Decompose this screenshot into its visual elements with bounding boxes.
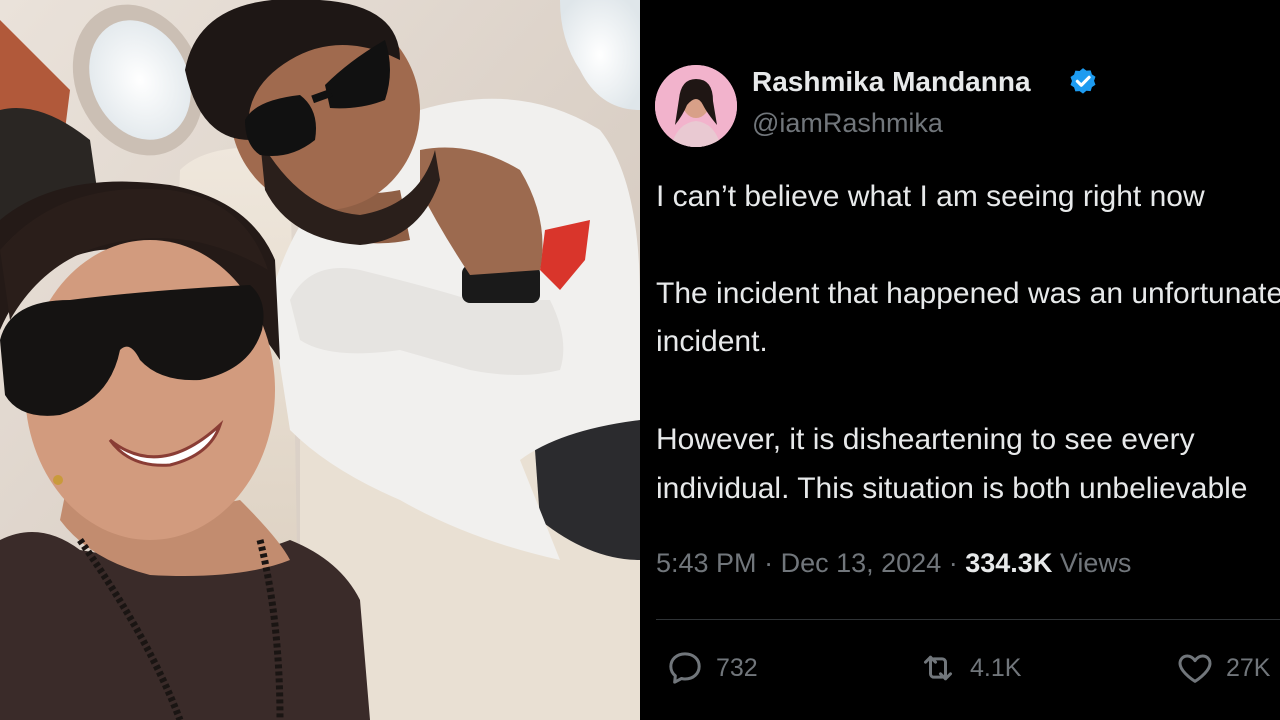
meta-separator: · <box>764 548 774 578</box>
meta-separator: · <box>948 548 958 578</box>
more-options-icon[interactable] <box>760 0 870 6</box>
tweet-time[interactable]: 5:43 PM <box>656 548 757 578</box>
selfie-illustration <box>0 0 640 720</box>
views-count: 334.3K <box>965 548 1053 578</box>
reply-count: 732 <box>716 653 758 682</box>
views-label: Views <box>1059 548 1132 578</box>
divider <box>656 619 1280 620</box>
tweet-date[interactable]: Dec 13, 2024 <box>781 548 942 578</box>
like-count: 27K <box>1226 653 1271 682</box>
repost-count: 4.1K <box>970 653 1022 682</box>
display-name[interactable]: Rashmika Mandanna <box>752 66 1031 98</box>
avatar-image <box>655 65 737 147</box>
reply-icon <box>669 652 701 684</box>
tweet-text-line: However, it is disheartening to see ever… <box>656 423 1195 456</box>
tweet-text-line: I can’t believe what I am seeing right n… <box>656 180 1205 213</box>
verified-badge-icon <box>1070 68 1096 94</box>
user-handle[interactable]: @iamRashmika <box>752 108 943 139</box>
avatar[interactable] <box>655 65 737 147</box>
heart-icon <box>1178 654 1212 683</box>
repost-button[interactable]: 4.1K <box>916 646 1021 690</box>
tweet-text-line: incident. <box>656 325 768 358</box>
tweet-text-line: individual. This situation is both unbel… <box>656 472 1248 505</box>
tweet-text-line: The incident that happened was an unfort… <box>656 277 1280 310</box>
tweet-meta: 5:43 PM · Dec 13, 2024 · 334.3K Views <box>656 548 1131 579</box>
reply-button[interactable]: 732 <box>664 646 758 690</box>
selfie-photo <box>0 0 640 720</box>
like-button[interactable]: 27K <box>1174 646 1270 690</box>
repost-icon <box>924 655 952 681</box>
